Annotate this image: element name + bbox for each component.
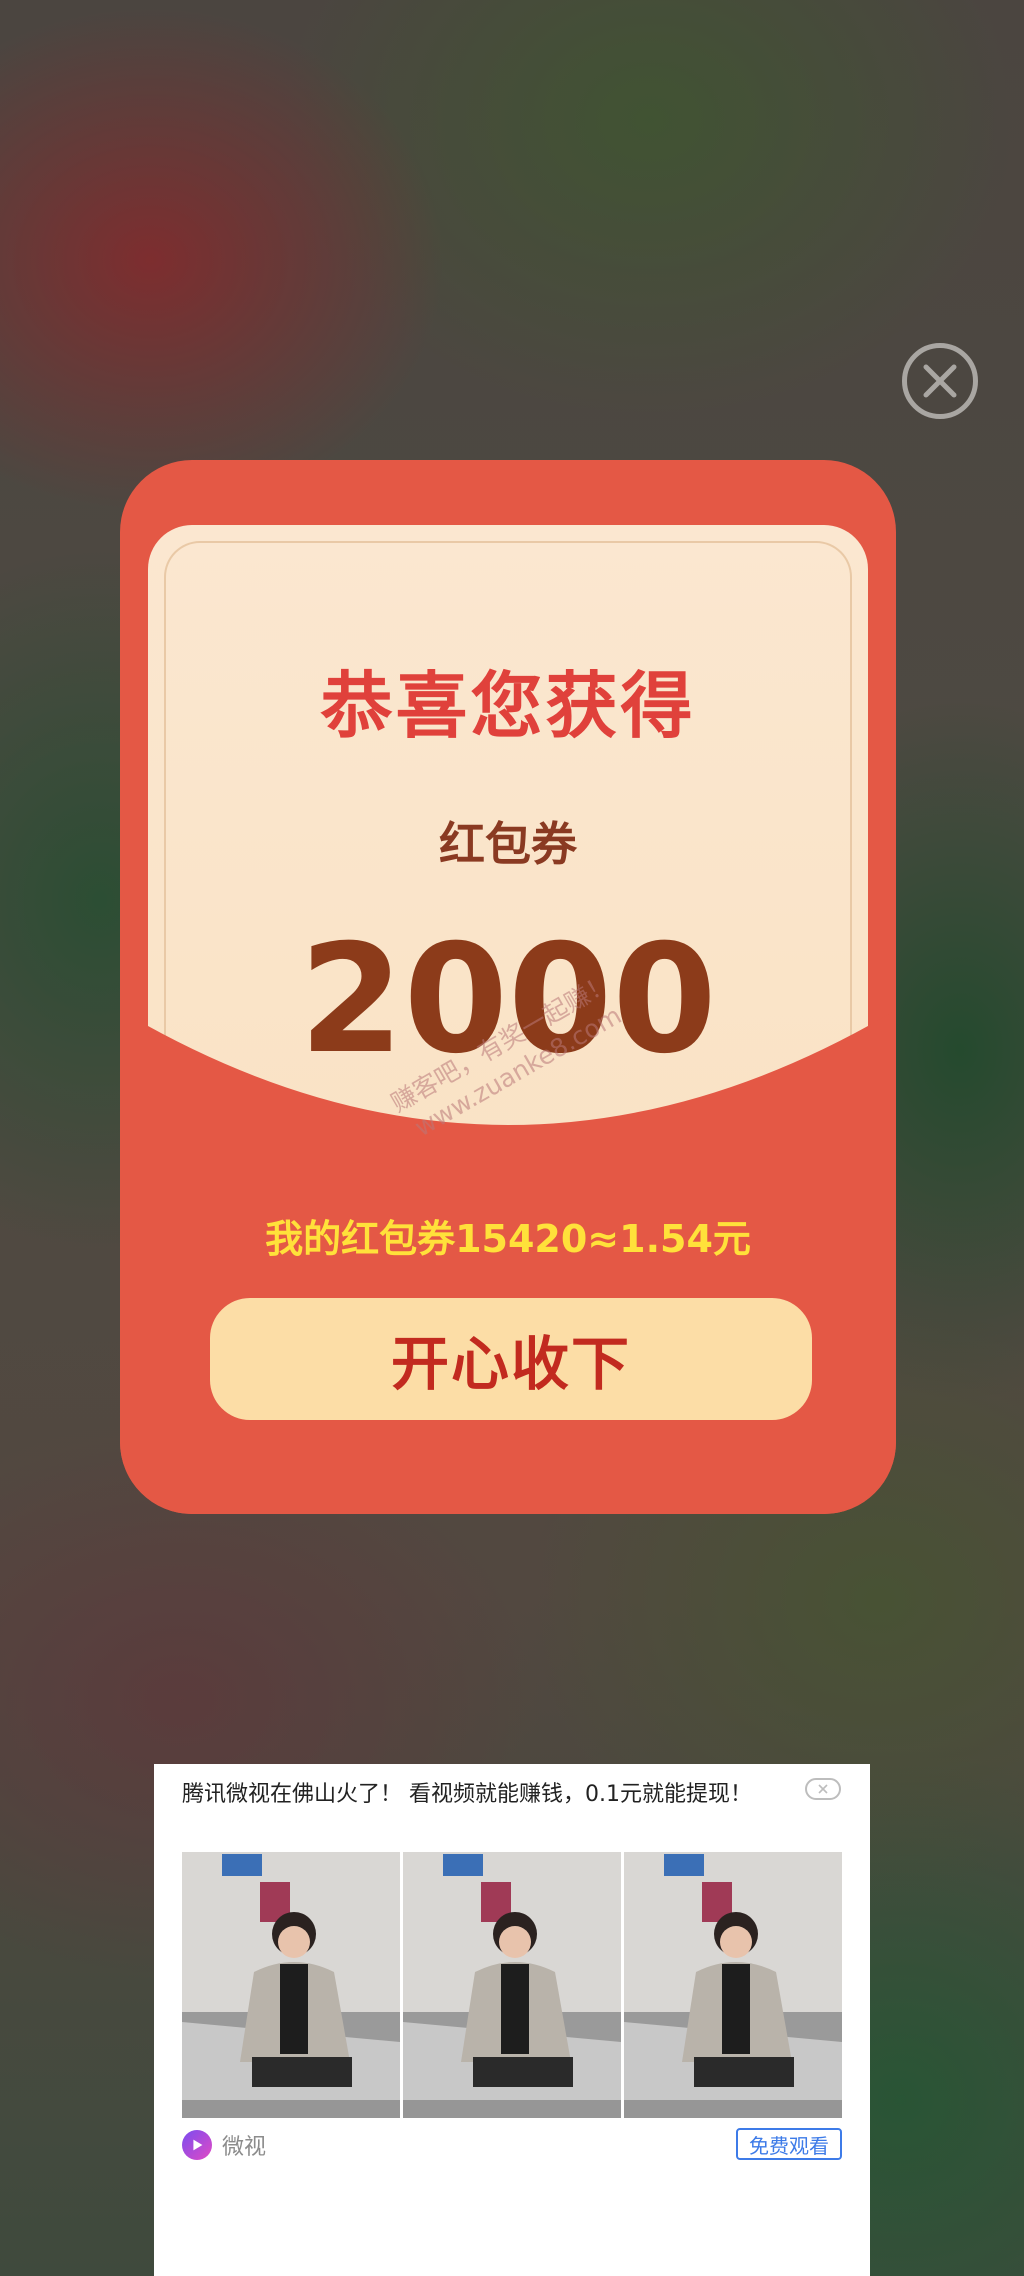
free-watch-button[interactable]: 免费观看 xyxy=(736,2128,842,2160)
ad-thumbnail[interactable] xyxy=(182,1852,400,2118)
red-packet-popup: 恭喜您获得 红包券 2000 赚客吧，有奖一起赚！ www.zuanke8.co… xyxy=(120,460,896,1514)
reward-type-label: 红包券 xyxy=(439,817,577,871)
ad-thumbnail[interactable] xyxy=(403,1852,621,2118)
ad-brand: 微视 xyxy=(182,2129,266,2161)
close-icon xyxy=(923,364,957,398)
popup-title: 恭喜您获得 xyxy=(320,664,696,748)
screen: 恭喜您获得 红包券 2000 赚客吧，有奖一起赚！ www.zuanke8.co… xyxy=(0,0,1024,2276)
brand-name: 微视 xyxy=(222,2135,267,2160)
ad-image-strip xyxy=(182,1852,842,2118)
ad-close-button[interactable] xyxy=(805,1778,841,1800)
accept-button[interactable]: 开心收下 xyxy=(210,1298,812,1420)
ad-headline[interactable]: 腾讯微视在佛山火了！ 看视频就能赚钱，0.1元就能提现！ xyxy=(182,1778,782,1812)
ad-card[interactable]: 腾讯微视在佛山火了！ 看视频就能赚钱，0.1元就能提现！ 微视 免费观看 xyxy=(154,1764,870,2276)
ad-thumbnail[interactable] xyxy=(624,1852,842,2118)
weishi-logo-icon xyxy=(182,2130,212,2160)
balance-text: 我的红包券15420≈1.54元 xyxy=(265,1217,751,1261)
close-icon xyxy=(818,1784,828,1794)
close-popup-button[interactable] xyxy=(902,343,978,419)
